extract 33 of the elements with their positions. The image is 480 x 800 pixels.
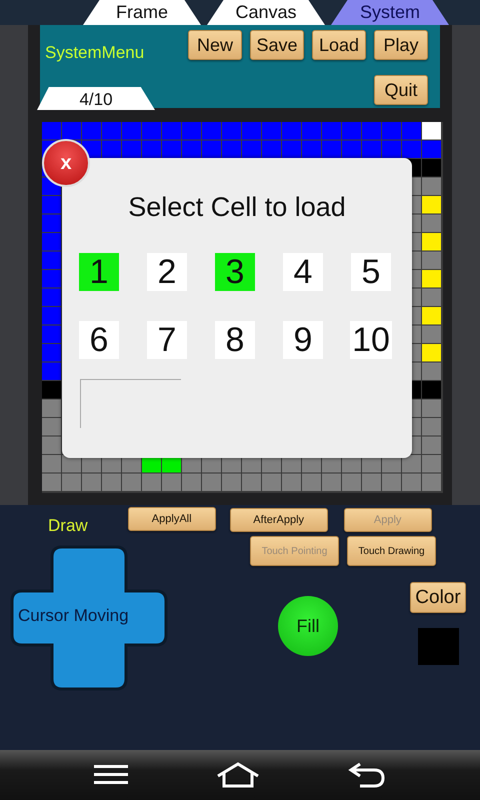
apply-button[interactable]: ApplyAll [128, 507, 216, 531]
menu-button[interactable]: Quit [374, 75, 428, 105]
slot-button[interactable]: 5 [351, 253, 391, 291]
menu-button[interactable]: Load [312, 30, 366, 60]
slot-button[interactable]: 10 [350, 321, 392, 359]
dpad-button[interactable] [10, 545, 168, 691]
slot-button[interactable]: 2 [147, 253, 187, 291]
draw-label: Draw [48, 516, 88, 536]
dialog-title: Select Cell to load [128, 192, 346, 223]
frame-counter-tab[interactable]: 4/10 [37, 87, 155, 110]
back-icon[interactable] [348, 762, 386, 788]
slot-button[interactable]: 6 [79, 321, 119, 359]
menu-button[interactable]: Play [374, 30, 428, 60]
tab[interactable]: Canvas [207, 0, 325, 25]
dpad-label: Cursor Moving [18, 606, 129, 626]
touch-mode-button[interactable]: Touch Drawing [347, 536, 436, 566]
slot-button[interactable]: 1 [79, 253, 119, 291]
slot-button[interactable]: 9 [283, 321, 323, 359]
menu-button[interactable]: New [188, 30, 242, 60]
home-icon[interactable] [216, 762, 260, 788]
slot-button[interactable]: 8 [215, 321, 255, 359]
fill-button[interactable]: Fill [278, 596, 338, 656]
tab[interactable]: Frame [83, 0, 201, 25]
menu-icon[interactable] [94, 764, 128, 786]
slot-button[interactable]: 7 [147, 321, 187, 359]
color-button[interactable]: Color [410, 582, 466, 613]
menu-button[interactable]: Save [250, 30, 304, 60]
slot-button[interactable]: 3 [215, 253, 255, 291]
tab[interactable]: System [331, 0, 449, 25]
apply-button[interactable]: AfterApply [230, 508, 328, 532]
menu-title: SystemMenu [45, 43, 146, 63]
color-swatch[interactable] [418, 628, 458, 665]
slot-button[interactable]: 4 [283, 253, 323, 291]
